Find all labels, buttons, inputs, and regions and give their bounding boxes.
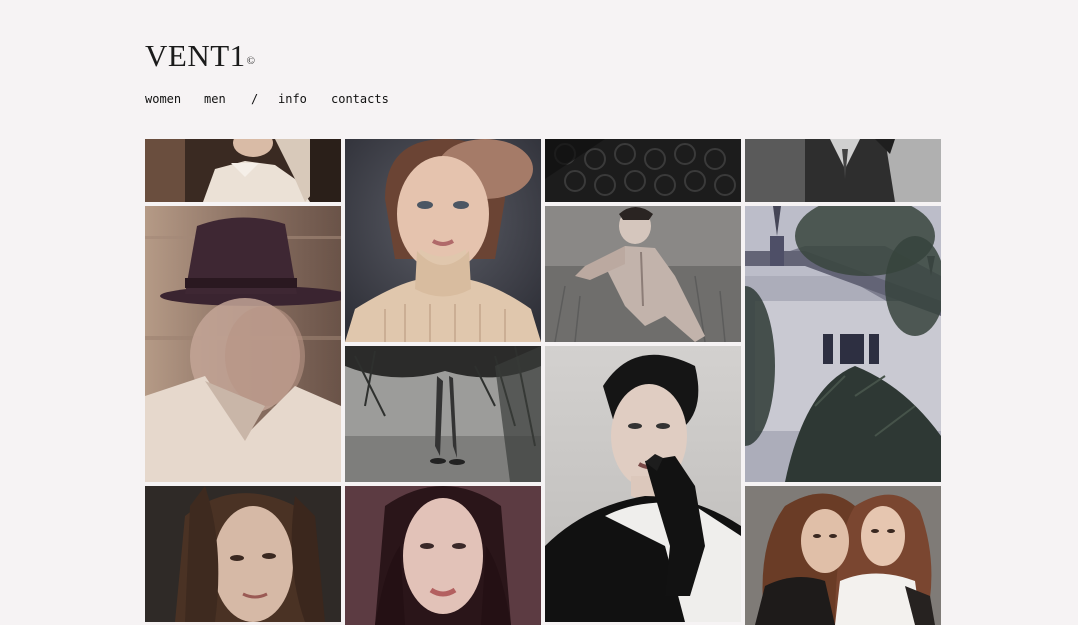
gallery-photo-woman-beret[interactable] [345,139,541,342]
nav-women-link[interactable]: women [145,92,181,106]
logo-text: VENT1 [145,38,246,73]
site-logo[interactable]: VENT1© [145,38,256,74]
gallery-photo-legs-pine[interactable] [345,346,541,482]
nav-contacts-link[interactable]: contacts [331,92,389,106]
gallery-photo-woman-long-hair[interactable] [145,486,341,622]
nav-men-link[interactable]: men [204,92,226,106]
gallery-photo-woman-white-shirt[interactable] [145,139,341,202]
gallery-photo-two-women[interactable] [745,486,941,625]
gallery-photo-man-in-grass[interactable] [545,206,741,342]
gallery-photo-knit-fabric[interactable] [545,139,741,202]
gallery-photo-man-vest[interactable] [745,139,941,202]
gallery-photo-house-trees[interactable] [745,206,941,482]
nav-separator: / [251,92,259,106]
nav-info-link[interactable]: info [278,92,307,106]
gallery-photo-man-fedora[interactable] [145,206,341,482]
copyright-mark: © [246,55,256,67]
gallery-photo-woman-dark-hair[interactable] [345,486,541,625]
gallery-photo-woman-leather-glove[interactable] [545,346,741,622]
